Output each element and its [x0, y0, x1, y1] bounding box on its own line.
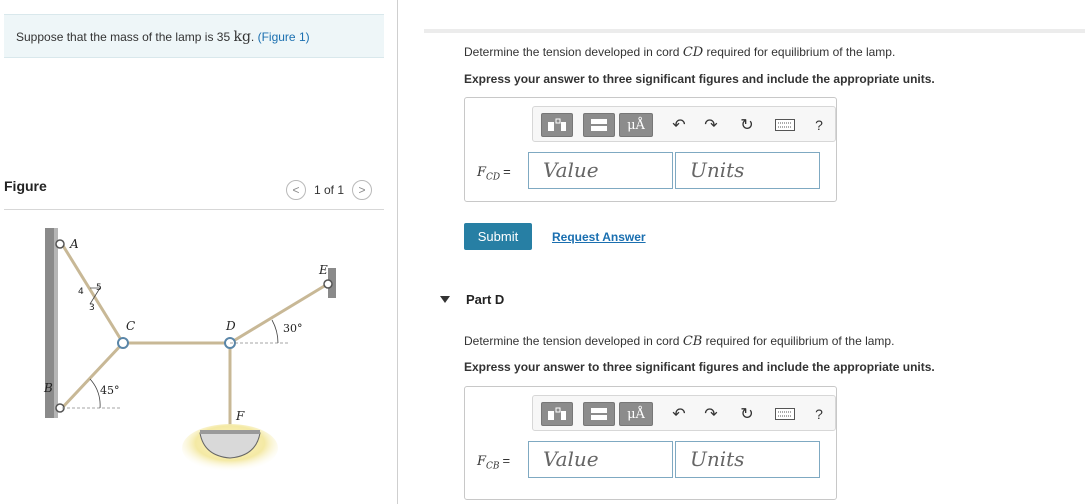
angle-45-label: 45°	[100, 384, 120, 397]
help-icon: ?	[815, 406, 823, 422]
figure-title: Figure	[4, 178, 47, 194]
prev-figure-button[interactable]: <	[286, 180, 306, 200]
fraction-icon	[591, 119, 607, 131]
keyboard-icon	[775, 408, 795, 420]
symbols-button[interactable]: μÅ	[619, 402, 653, 426]
redo-icon: ↷	[704, 406, 718, 423]
cord-cb	[60, 341, 125, 410]
label-e: E	[318, 263, 328, 277]
reset-icon: ↻	[740, 406, 754, 423]
format-button[interactable]	[583, 402, 615, 426]
right-pane: Determine the tension developed in cord …	[398, 0, 1085, 504]
keyboard-button[interactable]	[773, 402, 797, 426]
mass-unit: kg	[233, 29, 251, 45]
partd-cord: CB	[682, 334, 703, 349]
templates-button[interactable]	[541, 113, 573, 137]
redo-icon: ↷	[704, 117, 718, 134]
top-strip	[424, 29, 1085, 33]
help-icon: ?	[815, 117, 823, 133]
partc-cord: CD	[682, 45, 704, 60]
fraction-icon	[591, 408, 607, 420]
label-f: F	[235, 409, 245, 423]
angle-arc-45	[89, 378, 101, 409]
label-d: D	[225, 319, 236, 333]
templates-button[interactable]	[541, 402, 573, 426]
reset-button[interactable]: ↻	[737, 113, 757, 137]
partc-answer-box: μÅ ↶ ↷ ↻ ? FCD = Value Units	[464, 97, 837, 202]
label-c: C	[126, 319, 135, 333]
figure-link[interactable]: (Figure 1)	[258, 30, 310, 44]
slope-4: 4	[78, 287, 84, 297]
slope-5: 5	[96, 283, 102, 293]
ring-c	[117, 337, 129, 349]
format-button[interactable]	[583, 113, 615, 137]
next-figure-button[interactable]: >	[352, 180, 373, 200]
submit-button[interactable]: Submit	[464, 223, 532, 250]
partc-toolbar: μÅ ↶ ↷ ↻ ?	[532, 106, 836, 142]
problem-statement: Suppose that the mass of the lamp is 35 …	[4, 14, 384, 58]
slope-3: 3	[89, 303, 95, 313]
cord-ca	[60, 243, 125, 344]
partd-title: Part D	[466, 292, 505, 307]
partd-value-input[interactable]: Value	[528, 441, 673, 478]
partd-toolbar: μÅ ↶ ↷ ↻ ?	[532, 395, 836, 431]
partd-units-input[interactable]: Units	[675, 441, 820, 478]
partc-question: Determine the tension developed in cord …	[464, 45, 896, 60]
partc-value-input[interactable]: Value	[528, 152, 673, 189]
chevron-left-icon: <	[292, 183, 300, 197]
partc-variable: FCD =	[477, 164, 511, 183]
label-a: A	[69, 237, 79, 251]
redo-button[interactable]: ↷	[701, 113, 721, 137]
undo-button[interactable]: ↶	[669, 402, 689, 426]
help-button[interactable]: ?	[809, 113, 829, 137]
keyboard-icon	[775, 119, 795, 131]
symbols-icon: μÅ	[627, 117, 645, 133]
reset-button[interactable]: ↻	[737, 402, 757, 426]
partc-units-input[interactable]: Units	[675, 152, 820, 189]
left-pane: Suppose that the mass of the lamp is 35 …	[0, 0, 397, 504]
reset-icon: ↻	[740, 117, 754, 134]
figure-diagram: A B C D E F 4 5 3 30° 45°	[43, 228, 336, 472]
keyboard-button[interactable]	[773, 113, 797, 137]
help-button[interactable]: ?	[809, 402, 829, 426]
angle-30-label: 30°	[283, 322, 303, 335]
figure-pager: < 1 of 1 >	[286, 180, 373, 200]
figure-page-count: 1 of 1	[314, 183, 345, 197]
angle-arc-30	[271, 319, 279, 344]
symbols-button[interactable]: μÅ	[619, 113, 653, 137]
partc-instruction: Express your answer to three significant…	[464, 72, 935, 86]
chevron-right-icon: >	[358, 183, 366, 197]
undo-icon: ↶	[672, 406, 686, 423]
request-answer-link[interactable]: Request Answer	[552, 230, 646, 244]
partd-instruction: Express your answer to three significant…	[464, 360, 935, 374]
undo-icon: ↶	[672, 117, 686, 134]
partd-variable: FCB =	[477, 453, 511, 472]
cord-de	[229, 283, 327, 345]
templates-icon	[548, 118, 566, 131]
templates-icon	[548, 407, 566, 420]
figure-divider	[4, 209, 384, 210]
symbols-icon: μÅ	[627, 406, 645, 422]
redo-button[interactable]: ↷	[701, 402, 721, 426]
prompt-text: Suppose that the mass of the lamp is 35	[16, 30, 231, 44]
caret-down-icon	[440, 296, 450, 303]
label-b: B	[43, 381, 53, 395]
partd-answer-box: μÅ ↶ ↷ ↻ ? FCB = Value Units	[464, 386, 837, 500]
partd-question: Determine the tension developed in cord …	[464, 334, 895, 349]
undo-button[interactable]: ↶	[669, 113, 689, 137]
partd-header[interactable]: Part D	[440, 292, 504, 307]
